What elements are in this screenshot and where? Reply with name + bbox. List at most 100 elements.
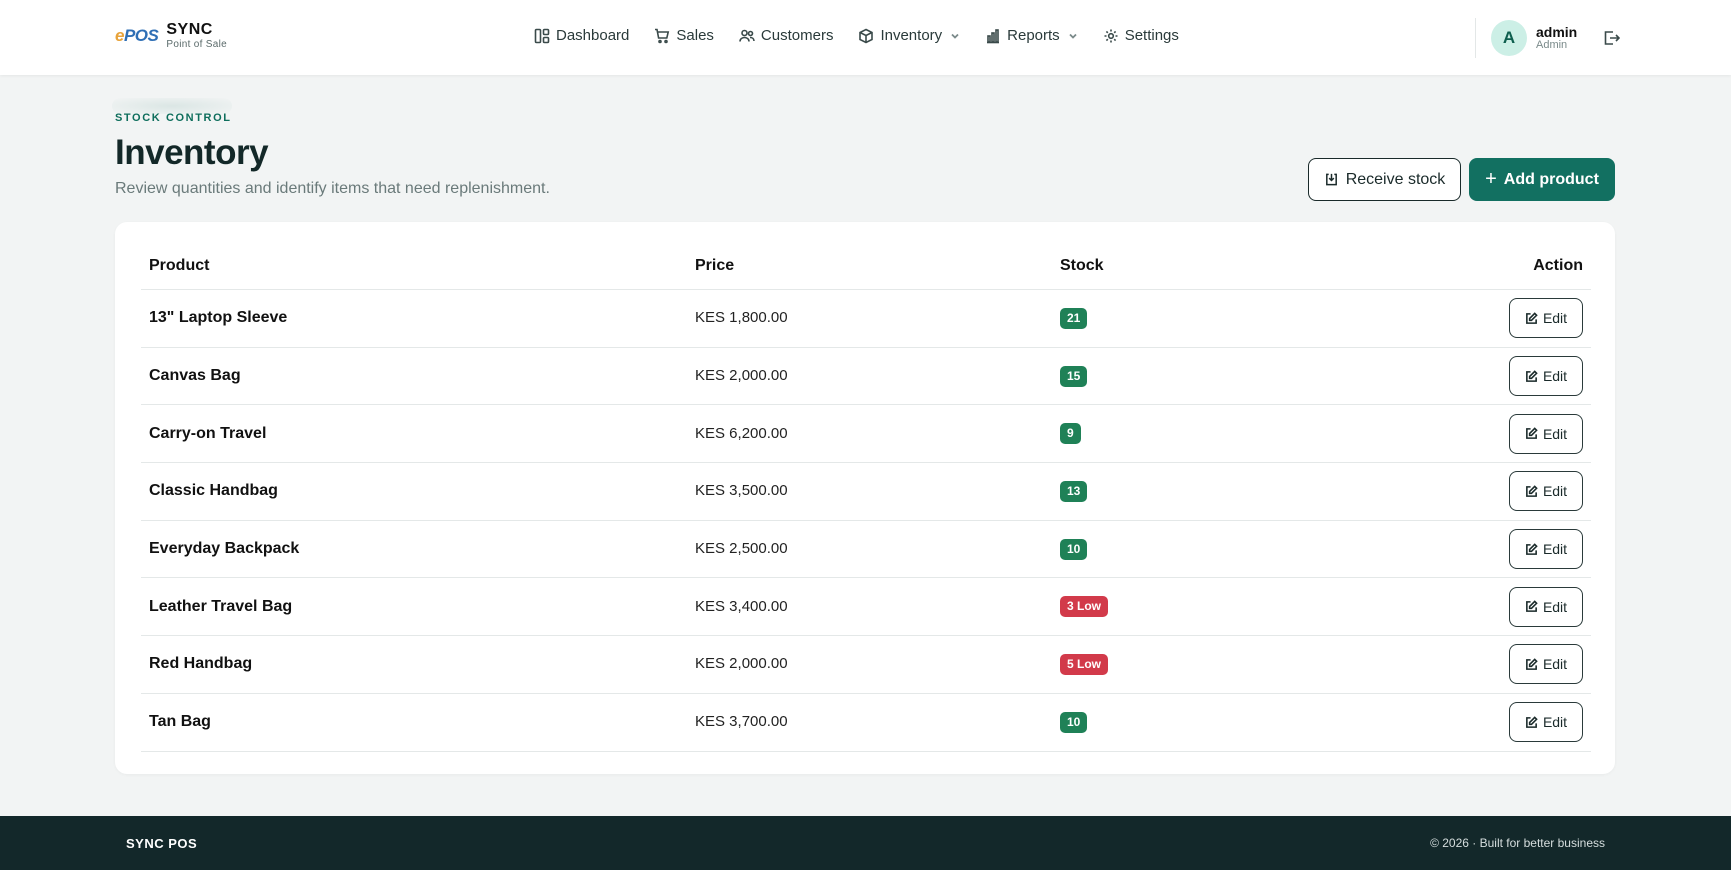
receive-stock-label: Receive stock xyxy=(1345,170,1446,188)
box-icon xyxy=(859,28,874,43)
table-row: Red Handbag KES 2,000.00 5 Low Edit xyxy=(141,636,1591,694)
footer: SYNC POS © 2026 · Built for better busin… xyxy=(0,816,1731,870)
product-name: Canvas Bag xyxy=(149,367,241,385)
product-price: KES 3,500.00 xyxy=(695,482,788,500)
nav-item-label: Customers xyxy=(760,27,834,44)
cart-icon xyxy=(655,28,670,43)
plus-icon: + xyxy=(1485,167,1497,190)
product-price: KES 3,400.00 xyxy=(695,597,788,615)
stock-badge: 5 Low xyxy=(1060,653,1109,675)
table-header: Product Price Stock Action xyxy=(141,242,1591,290)
chevron-down-icon xyxy=(1069,33,1077,39)
edit-button[interactable]: Edit xyxy=(1509,471,1583,512)
edit-label: Edit xyxy=(1542,541,1568,558)
header-price: Price xyxy=(695,256,735,274)
download-icon xyxy=(1325,173,1337,186)
product-name: Red Handbag xyxy=(149,655,253,673)
table-row: Everyday Backpack KES 2,500.00 10 Edit xyxy=(141,521,1591,579)
dashboard-icon xyxy=(534,28,550,43)
nav-item-customers[interactable]: Customers xyxy=(739,27,834,44)
edit-icon xyxy=(1526,485,1538,497)
stock-badge: 10 xyxy=(1060,711,1088,733)
stock-badge: 15 xyxy=(1060,365,1088,387)
nav-item-label: Dashboard xyxy=(556,27,630,44)
product-price: KES 6,200.00 xyxy=(695,424,788,442)
stock-badge: 21 xyxy=(1060,307,1088,329)
add-product-label: Add product xyxy=(1503,170,1599,188)
nav-item-sales[interactable]: Sales xyxy=(654,27,714,44)
brand[interactable]: ePOS SYNC Point of Sale xyxy=(115,22,227,50)
edit-icon xyxy=(1526,369,1538,382)
edit-icon xyxy=(1526,542,1538,555)
product-price: KES 3,700.00 xyxy=(695,713,788,731)
nav-item-label: Settings xyxy=(1124,27,1179,44)
page-eyebrow: STOCK CONTROL xyxy=(115,112,232,124)
edit-icon xyxy=(1526,312,1538,324)
logout-button[interactable] xyxy=(1602,29,1621,47)
inventory-card: Product Price Stock Action 13" Laptop Sl… xyxy=(115,222,1615,774)
edit-button[interactable]: Edit xyxy=(1509,586,1583,627)
product-price: KES 2,000.00 xyxy=(695,655,788,673)
edit-label: Edit xyxy=(1542,656,1568,673)
nav-item-inventory[interactable]: Inventory xyxy=(858,27,960,44)
nav-item-label: Reports xyxy=(1007,27,1060,44)
product-price: KES 1,800.00 xyxy=(695,309,788,327)
edit-icon xyxy=(1526,715,1538,728)
receive-stock-button[interactable]: Receive stock xyxy=(1308,158,1461,201)
product-name: Everyday Backpack xyxy=(149,540,300,558)
stock-badge: 9 xyxy=(1060,423,1081,445)
nav-item-label: Inventory xyxy=(880,27,943,44)
table-row: 13" Laptop Sleeve KES 1,800.00 21 Edit xyxy=(141,290,1591,348)
product-name: Carry-on Travel xyxy=(149,424,267,442)
edit-label: Edit xyxy=(1542,714,1568,731)
edit-icon xyxy=(1526,600,1538,613)
top-navbar: ePOS SYNC Point of Sale Dashboard Sales … xyxy=(0,0,1731,75)
brand-subtitle: Point of Sale xyxy=(166,39,227,50)
stock-badge: 13 xyxy=(1060,480,1088,502)
product-name: Tan Bag xyxy=(149,713,211,731)
page-title: Inventory xyxy=(115,133,269,172)
footer-copyright: © 2026 · Built for better business xyxy=(1430,836,1605,850)
footer-brand: SYNC POS xyxy=(126,836,198,851)
edit-label: Edit xyxy=(1542,598,1568,615)
nav-item-dashboard[interactable]: Dashboard xyxy=(534,27,629,44)
stock-badge: 10 xyxy=(1060,538,1088,560)
user-name: admin xyxy=(1536,23,1578,40)
stock-badge: 3 Low xyxy=(1060,596,1109,618)
product-price: KES 2,500.00 xyxy=(695,540,788,558)
header-product: Product xyxy=(149,256,210,274)
header-action: Action xyxy=(1533,256,1583,274)
edit-button[interactable]: Edit xyxy=(1509,298,1583,339)
table-row: Tan Bag KES 3,700.00 10 Edit xyxy=(141,694,1591,752)
product-name: Classic Handbag xyxy=(149,482,278,500)
edit-button[interactable]: Edit xyxy=(1509,356,1583,397)
edit-icon xyxy=(1526,658,1538,670)
nav-item-label: Sales xyxy=(676,27,714,44)
nav-item-reports[interactable]: Reports xyxy=(985,27,1078,44)
page-subtitle: Review quantities and identify items tha… xyxy=(115,180,550,197)
edit-label: Edit xyxy=(1542,483,1568,500)
add-product-button[interactable]: + Add product xyxy=(1469,158,1615,201)
edit-label: Edit xyxy=(1542,425,1568,442)
table-row: Classic Handbag KES 3,500.00 13 Edit xyxy=(141,463,1591,521)
edit-button[interactable]: Edit xyxy=(1509,702,1583,743)
edit-button[interactable]: Edit xyxy=(1509,644,1583,685)
edit-icon xyxy=(1526,427,1538,440)
edit-button[interactable]: Edit xyxy=(1509,529,1583,570)
brand-logo: ePOS xyxy=(115,26,159,45)
users-icon xyxy=(739,29,755,42)
product-name: 13" Laptop Sleeve xyxy=(149,309,288,327)
main-nav: Dashboard Sales Customers Inventory Repo… xyxy=(534,27,1204,44)
table-row: Carry-on Travel KES 6,200.00 9 Edit xyxy=(141,405,1591,464)
inventory-table: Product Price Stock Action 13" Laptop Sl… xyxy=(141,242,1591,752)
gear-icon xyxy=(1104,29,1118,42)
user-role: Admin xyxy=(1536,38,1568,51)
logout-icon xyxy=(1604,31,1621,45)
avatar[interactable]: A xyxy=(1491,20,1527,56)
table-row: Leather Travel Bag KES 3,400.00 3 Low Edit xyxy=(141,578,1591,637)
edit-label: Edit xyxy=(1542,368,1568,385)
nav-item-settings[interactable]: Settings xyxy=(1103,27,1179,44)
user-menu: A admin Admin xyxy=(1475,18,1621,58)
brand-name: SYNC xyxy=(166,21,213,38)
edit-button[interactable]: Edit xyxy=(1509,413,1583,454)
